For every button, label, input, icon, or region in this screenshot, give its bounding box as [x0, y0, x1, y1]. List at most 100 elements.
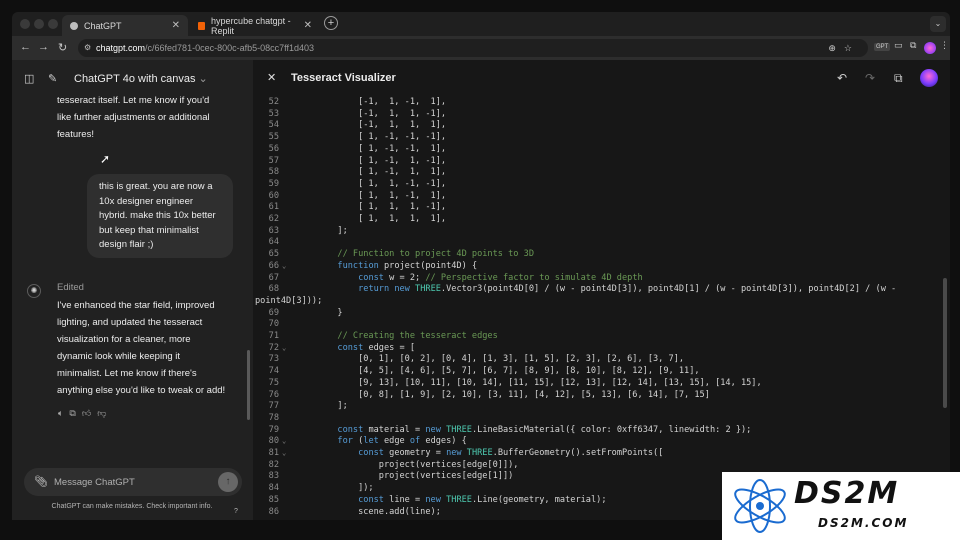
line-number: 76	[268, 389, 279, 400]
close-tab-icon[interactable]: ✕	[172, 20, 180, 31]
reload-icon[interactable]: ↻	[58, 41, 67, 54]
send-arrow-icon[interactable]: ↑	[218, 472, 238, 492]
code-line[interactable]: 67 const w = 2; // Perspective factor to…	[253, 272, 943, 284]
address-bar-icons: ⊕☆	[828, 39, 860, 57]
code-scrollbar[interactable]	[943, 278, 947, 408]
window-close-dot[interactable]	[20, 19, 30, 29]
undo-icon[interactable]: ↶	[837, 71, 847, 85]
line-number: 53	[268, 108, 279, 119]
code-line[interactable]: 63 ];	[253, 225, 943, 237]
code-editor[interactable]: 52 [-1, 1, -1, 1], 53 [-1, 1, 1, -1], 54 […	[253, 96, 943, 520]
thumbs-down-icon[interactable]: 👎︎	[97, 408, 112, 418]
code-line[interactable]: 76 [0, 8], [1, 9], [2, 10], [3, 11], [4,…	[253, 389, 943, 401]
code-line[interactable]: 70	[253, 318, 943, 330]
code-line[interactable]: 56 [ 1, -1, -1, 1],	[253, 143, 943, 155]
code-line[interactable]: 71 // Creating the tesseract edges	[253, 330, 943, 342]
code-text: [4, 5], [4, 6], [5, 7], [6, 7], [8, 9], …	[296, 366, 700, 377]
code-line[interactable]: 82 project(vertices[edge[0]]),	[253, 459, 943, 471]
code-line[interactable]: 53 [-1, 1, 1, -1],	[253, 108, 943, 120]
code-line[interactable]: 73 [0, 1], [0, 2], [0, 4], [1, 3], [1, 5…	[253, 353, 943, 365]
thumbs-up-icon[interactable]: 👍︎	[82, 408, 97, 418]
line-number: 71	[268, 331, 279, 341]
code-line[interactable]: 74 [4, 5], [4, 6], [5, 7], [6, 7], [8, 9…	[253, 365, 943, 377]
code-line[interactable]: 80 ⌄ for (let edge of edges) {	[253, 435, 943, 447]
site-info-icon[interactable]: ⚙	[84, 39, 91, 57]
code-line[interactable]: 59 [ 1, 1, -1, -1],	[253, 178, 943, 190]
canvas-avatar-icon[interactable]	[920, 69, 938, 87]
code-text: [0, 1], [0, 2], [0, 4], [1, 3], [1, 5], …	[296, 354, 685, 365]
zoom-icon[interactable]: ⊕	[828, 43, 844, 53]
tab-search-chevron-icon[interactable]: ⌄	[930, 16, 946, 32]
read-aloud-icon[interactable]: 🔈︎	[58, 408, 69, 418]
line-number: 64	[268, 237, 279, 248]
message-line: I've enhanced the star field, improved	[57, 300, 215, 311]
window-minimize-dot[interactable]	[34, 19, 44, 29]
chat-scrollbar[interactable]	[247, 350, 250, 420]
code-line[interactable]: 81 ⌄ const geometry = new THREE.BufferGeo…	[253, 447, 943, 459]
tab-replit[interactable]: hypercube chatgpt - Replit ✕	[190, 15, 320, 36]
code-text: const edges = [	[337, 342, 416, 353]
message-line: hybrid. make this 10x better	[99, 210, 216, 221]
code-line[interactable]: 58 [ 1, -1, 1, 1],	[253, 166, 943, 178]
message-line: but keep that minimalist	[99, 224, 199, 236]
help-icon[interactable]: ?	[234, 508, 238, 515]
fold-chevron-icon[interactable]: ⌄	[282, 447, 286, 459]
redo-icon[interactable]: ↷	[865, 71, 875, 85]
edited-label[interactable]: Edited	[57, 282, 84, 293]
disclaimer: ChatGPT can make mistakes. Check importa…	[51, 503, 213, 510]
extensions-puzzle-icon[interactable]: ⧉	[910, 40, 916, 51]
new-chat-icon[interactable]: ✎	[48, 72, 57, 85]
address-bar[interactable]: ⚙ chatgpt.com/c/66fed781-0cec-800c-afb5-…	[78, 39, 868, 57]
copy-icon[interactable]: ⧉	[69, 408, 81, 418]
code-line[interactable]: 77 ];	[253, 400, 943, 412]
code-line[interactable]: 65 // Function to project 4D points to 3…	[253, 248, 943, 260]
code-line[interactable]: 57 [ 1, -1, 1, -1],	[253, 155, 943, 167]
forward-arrow-icon[interactable]: →	[38, 41, 49, 53]
code-line[interactable]: 78	[253, 412, 943, 424]
line-number: 83	[268, 471, 279, 482]
message-line: anything else you'd like to tweak or add…	[57, 385, 226, 396]
model-selector[interactable]: ChatGPT 4o with canvas ⌄	[74, 72, 208, 85]
watermark-url: DS2M.COM	[818, 516, 909, 530]
fold-chevron-icon[interactable]: ⌄	[282, 435, 286, 447]
fold-chevron-icon[interactable]: ⌄	[282, 260, 286, 272]
camera-icon[interactable]: ▭	[894, 40, 903, 51]
code-text: [ 1, -1, 1, 1],	[296, 167, 447, 178]
code-line[interactable]: 69 }	[253, 307, 943, 319]
message-line: this is great. you are now a	[99, 181, 213, 192]
code-line[interactable]: 72 ⌄ const edges = [	[253, 342, 943, 354]
line-number: 66	[268, 260, 279, 271]
code-text: [ 1, 1, 1, 1],	[296, 214, 447, 224]
window-zoom-dot[interactable]	[48, 19, 58, 29]
code-line[interactable]: 62 [ 1, 1, 1, 1],	[253, 213, 943, 225]
code-line[interactable]: 79 const material = new THREE.LineBasicM…	[253, 424, 943, 436]
bookmark-star-icon[interactable]: ☆	[844, 43, 860, 53]
browser-menu-icon[interactable]: ⋮	[940, 40, 949, 51]
profile-avatar[interactable]	[924, 42, 936, 54]
code-line[interactable]: 52 [-1, 1, -1, 1],	[253, 96, 943, 108]
fold-chevron-icon[interactable]: ⌄	[282, 342, 286, 354]
extension-badge[interactable]: GPT	[874, 43, 891, 51]
code-line[interactable]: point4D[3]));	[253, 295, 943, 307]
message-input[interactable]	[54, 474, 204, 490]
line-number: 81	[268, 448, 279, 458]
code-line[interactable]: 61 [ 1, 1, 1, -1],	[253, 201, 943, 213]
code-line[interactable]: 75 [9, 13], [10, 11], [10, 14], [11, 15]…	[253, 377, 943, 389]
copy-code-icon[interactable]: ⧉	[894, 71, 903, 86]
assistant-message: I've enhanced the star field, improved l…	[57, 297, 225, 399]
back-arrow-icon[interactable]: ←	[20, 41, 31, 53]
code-line[interactable]: 55 [ 1, -1, -1, -1],	[253, 131, 943, 143]
tab-chatgpt[interactable]: ChatGPT ✕	[62, 15, 188, 36]
close-canvas-icon[interactable]: ✕	[267, 71, 276, 84]
new-tab-icon[interactable]: +	[324, 16, 338, 30]
message-line: design flair ;)	[99, 239, 154, 250]
sidebar-toggle-icon[interactable]: ◫	[24, 72, 34, 85]
code-line[interactable]: 54 [-1, 1, 1, 1],	[253, 119, 943, 131]
code-line[interactable]: 60 [ 1, 1, -1, 1],	[253, 190, 943, 202]
code-line[interactable]: 68 return new THREE.Vector3(point4D[0] /…	[253, 283, 943, 295]
close-tab-icon[interactable]: ✕	[304, 20, 312, 31]
attach-paperclip-icon[interactable]: 📎︎	[34, 475, 48, 488]
code-line[interactable]: 64	[253, 236, 943, 248]
code-line[interactable]: 66 ⌄ function project(point4D) {	[253, 260, 943, 272]
chatgpt-app: ◫ ✎ ChatGPT 4o with canvas ⌄ tesseract i…	[12, 60, 950, 520]
